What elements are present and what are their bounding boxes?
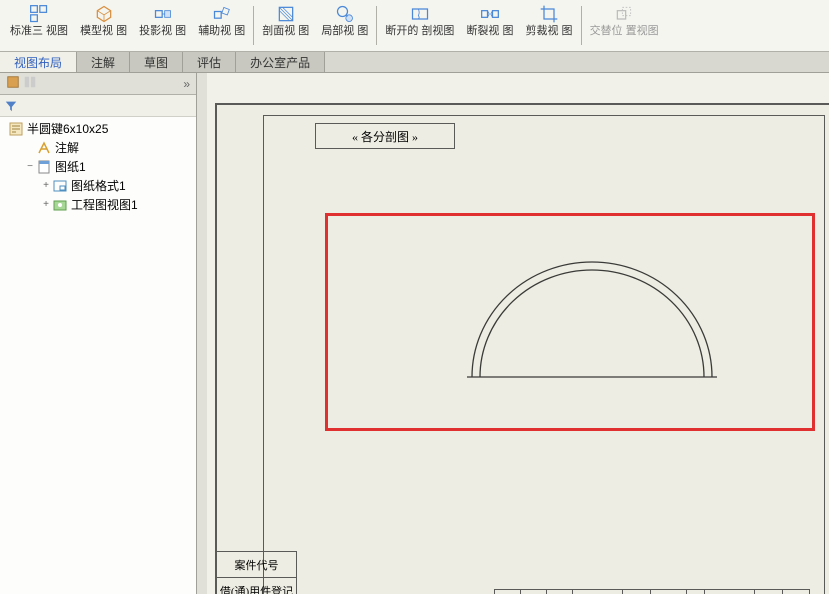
tool-crop-view[interactable]: 剪裁视 图: [520, 2, 579, 49]
tool-label: 剖面视 图: [262, 25, 309, 37]
tree-item-label: 注解: [55, 139, 79, 156]
panel-header: »: [0, 73, 196, 95]
tree-item-annotation[interactable]: 注解: [0, 138, 196, 157]
tool-label: 交替位 置视图: [590, 25, 659, 37]
drawing-scrollbar[interactable]: [197, 73, 207, 594]
annotation-icon: [36, 140, 52, 156]
tree-item-sheet[interactable]: − 图纸1: [0, 157, 196, 176]
tool-label: 模型视 图: [80, 25, 127, 37]
revision-table: 标记 处数 分区 更改文件号: [494, 589, 829, 594]
tab-sketch[interactable]: 草图: [130, 52, 183, 72]
tree-item-sheet-format[interactable]: + 图纸格式1: [0, 176, 196, 195]
toolbar-separator: [581, 6, 582, 45]
tree-expander[interactable]: +: [40, 199, 52, 210]
tab-office[interactable]: 办公室产品: [236, 52, 325, 72]
main-area: » 半圆键6x10x25 注解 − 图纸1 + 图纸格式1: [0, 73, 829, 594]
sheet-icon: [36, 159, 52, 175]
tool-projection-view[interactable]: 投影视 图: [133, 2, 192, 49]
tree-root-label: 半圆键6x10x25: [27, 120, 108, 137]
tool-label: 局部视 图: [321, 25, 368, 37]
tree-expander[interactable]: −: [24, 161, 36, 172]
tool-label: 标准三 视图: [10, 25, 68, 37]
tab-view-layout[interactable]: 视图布局: [0, 52, 77, 72]
tool-label: 辅助视 图: [198, 25, 245, 37]
tool-broken-section[interactable]: 断开的 剖视图: [379, 2, 460, 49]
tool-label: 断裂视 图: [466, 25, 513, 37]
panel-tab2-icon[interactable]: [23, 75, 37, 92]
tool-alternate-position[interactable]: 交替位 置视图: [584, 2, 665, 49]
panel-expand-icon[interactable]: »: [183, 77, 190, 91]
tree-root[interactable]: 半圆键6x10x25: [0, 119, 196, 138]
tree-item-drawing-view[interactable]: + 工程图视图1: [0, 195, 196, 214]
tool-auxiliary-view[interactable]: 辅助视 图: [192, 2, 251, 49]
tab-evaluate[interactable]: 评估: [183, 52, 236, 72]
drawing-sheet: « 各分剖图 » 案件代号 借(通)用件登记 归底图总号 底图总号 材质 <未指…: [215, 103, 829, 594]
drawing-canvas[interactable]: GX / 网 system.com « 各分剖图 » 案件代号 借(通)用件登记…: [197, 73, 829, 594]
tool-detail-view[interactable]: 局部视 图: [315, 2, 374, 49]
tree-item-label: 图纸格式1: [71, 177, 126, 194]
table-row: 案件代号: [217, 552, 297, 578]
feature-tree-panel: » 半圆键6x10x25 注解 − 图纸1 + 图纸格式1: [0, 73, 197, 594]
tool-section-view[interactable]: 剖面视 图: [256, 2, 315, 49]
tool-break-view[interactable]: 断裂视 图: [460, 2, 519, 49]
ribbon-tabs: 视图布局 注解 草图 评估 办公室产品: [0, 52, 829, 73]
tool-label: 断开的 剖视图: [385, 25, 454, 37]
drawing-doc-icon: [8, 121, 24, 137]
tab-annotation[interactable]: 注解: [77, 52, 130, 72]
panel-tab-icon[interactable]: [6, 75, 20, 92]
toolbar-separator: [376, 6, 377, 45]
tree-item-label: 工程图视图1: [71, 196, 138, 213]
feature-tree: 半圆键6x10x25 注解 − 图纸1 + 图纸格式1 + 工程图视图1: [0, 117, 196, 594]
tree-item-label: 图纸1: [55, 158, 86, 175]
top-toolbar: 标准三 视图 模型视 图 投影视 图 辅助视 图 剖面视 图 局部视 图 断开的…: [0, 0, 829, 52]
half-circle-part: [462, 257, 722, 397]
tool-standard-three-view[interactable]: 标准三 视图: [4, 2, 74, 49]
view-title-box: « 各分剖图 »: [315, 123, 455, 149]
drawing-view-icon: [52, 197, 68, 213]
tree-expander[interactable]: +: [40, 180, 52, 191]
left-title-table: 案件代号 借(通)用件登记 归底图总号 底图总号: [217, 551, 297, 594]
sheet-format-icon: [52, 178, 68, 194]
table-row: 借(通)用件登记: [217, 578, 297, 594]
filter-row[interactable]: [0, 95, 196, 117]
tool-label: 剪裁视 图: [526, 25, 573, 37]
tool-model-view[interactable]: 模型视 图: [74, 2, 133, 49]
toolbar-separator: [253, 6, 254, 45]
tool-label: 投影视 图: [139, 25, 186, 37]
